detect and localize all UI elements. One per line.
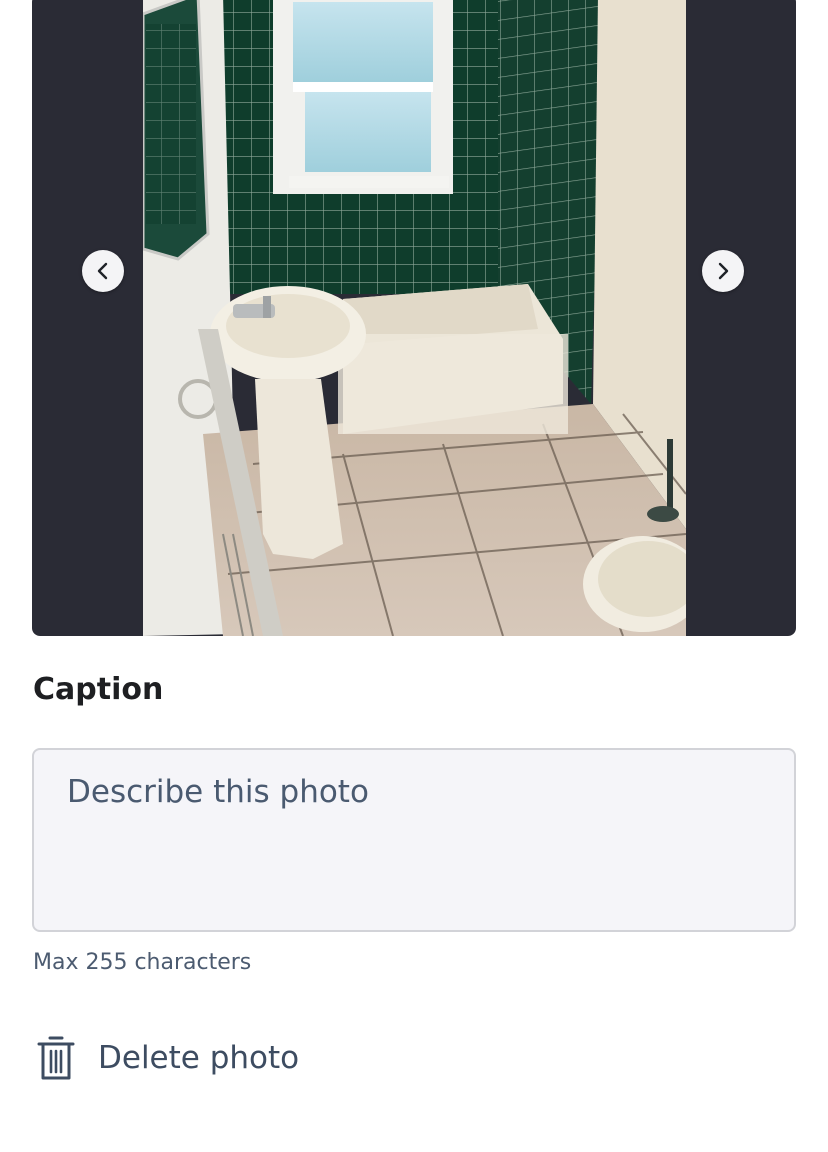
- chevron-left-icon: [97, 262, 108, 280]
- caption-input[interactable]: [34, 750, 794, 930]
- caption-label: Caption: [33, 672, 164, 707]
- chevron-right-icon: [718, 262, 729, 280]
- photo-carousel: [32, 0, 796, 636]
- trash-icon: [37, 1036, 75, 1080]
- delete-photo-button[interactable]: Delete photo: [36, 1034, 299, 1082]
- bathroom-photo: [143, 0, 686, 636]
- next-photo-button[interactable]: [702, 250, 744, 292]
- caption-hint: Max 255 characters: [33, 950, 252, 975]
- delete-photo-label: Delete photo: [98, 1040, 300, 1076]
- previous-photo-button[interactable]: [82, 250, 124, 292]
- caption-input-box[interactable]: [32, 748, 796, 932]
